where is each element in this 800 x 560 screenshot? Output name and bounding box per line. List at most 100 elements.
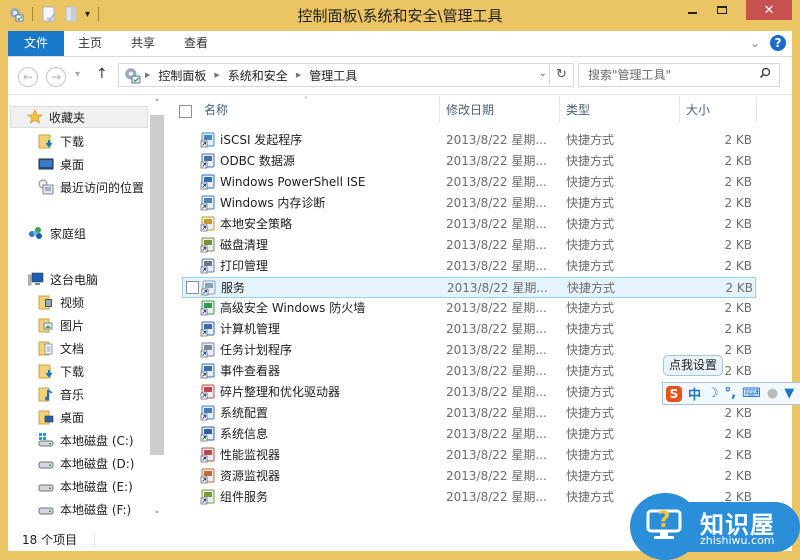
file-row[interactable]: 性能监视器 2013/8/22 星期... 快捷方式 2 KB <box>182 445 756 466</box>
close-button[interactable]: ✕ <box>746 0 792 20</box>
sidebar-item-drive-c[interactable]: 本地磁盘 (C:) <box>38 429 134 451</box>
column-divider[interactable] <box>756 97 757 123</box>
sidebar-item-recent-places[interactable]: 最近访问的位置 <box>38 176 144 198</box>
tab-file[interactable]: 文件 <box>8 31 64 56</box>
sidebar-item-favorites[interactable]: 收藏夹 <box>10 106 148 128</box>
skin-icon[interactable]: ▼ <box>784 386 794 401</box>
column-divider[interactable] <box>679 97 680 123</box>
file-row[interactable]: 磁盘清理 2013/8/22 星期... 快捷方式 2 KB <box>182 235 756 256</box>
file-row[interactable]: 打印管理 2013/8/22 星期... 快捷方式 2 KB <box>182 256 756 277</box>
breadcrumb-separator-icon[interactable]: ▶ <box>296 71 301 79</box>
column-header-size[interactable]: 大小 <box>686 95 756 125</box>
sidebar-item-label: 音乐 <box>60 387 85 402</box>
file-size: 2 KB <box>724 175 752 189</box>
breadcrumb-separator-icon[interactable]: ▶ <box>145 71 150 79</box>
watermark-url: zhishiwu.com <box>700 534 775 547</box>
column-header-date[interactable]: 修改日期 <box>446 95 558 125</box>
sidebar-item-label: 桌面 <box>60 410 85 425</box>
breadcrumb-admin-tools[interactable]: 管理工具 <box>309 67 357 84</box>
file-size: 2 KB <box>724 469 752 483</box>
scroll-up-icon[interactable]: ˄ <box>149 99 165 115</box>
sidebar-item-drive-f[interactable]: 本地磁盘 (F:) <box>38 498 131 520</box>
file-row[interactable]: Windows 内存诊断 2013/8/22 星期... 快捷方式 2 KB <box>182 193 756 214</box>
moon-icon[interactable]: ☽ <box>707 386 719 401</box>
keyboard-icon[interactable]: ⌨ <box>742 386 761 401</box>
row-checkbox[interactable] <box>186 281 199 294</box>
column-divider[interactable] <box>439 97 440 123</box>
file-row[interactable]: Windows PowerShell ISE 2013/8/22 星期... 快捷方… <box>182 172 756 193</box>
refresh-button[interactable]: ↻ <box>549 64 573 86</box>
shortcut-icon <box>200 468 215 484</box>
file-type: 快捷方式 <box>567 281 616 295</box>
file-row[interactable]: 服务 2013/8/22 星期... 快捷方式 2 KB <box>182 277 756 298</box>
user-icon[interactable]: ● <box>767 386 778 401</box>
breadcrumb-system-security[interactable]: 系统和安全 <box>228 67 288 84</box>
help-icon[interactable]: ? <box>770 35 786 51</box>
expand-ribbon-icon[interactable]: ⌄ <box>750 36 760 50</box>
punctuation-toggle[interactable]: °, <box>725 386 736 401</box>
file-date: 2013/8/22 星期... <box>447 281 548 295</box>
file-row[interactable]: ODBC 数据源 2013/8/22 星期... 快捷方式 2 KB <box>182 151 756 172</box>
sidebar-item-videos[interactable]: 视频 <box>38 291 84 313</box>
sogou-logo-icon[interactable]: S <box>666 385 682 402</box>
sidebar-item-drive-e[interactable]: 本地磁盘 (E:) <box>38 475 133 497</box>
address-bar[interactable]: ▶ 控制面板 ▶ 系统和安全 ▶ 管理工具 ⌄ ↻ <box>118 63 574 87</box>
sidebar-item-label: 下载 <box>60 364 85 379</box>
forward-button[interactable]: → <box>46 67 66 87</box>
recent-places-icon <box>38 179 54 195</box>
tab-view[interactable]: 查看 <box>172 31 220 56</box>
file-row[interactable]: 资源监视器 2013/8/22 星期... 快捷方式 2 KB <box>182 466 756 487</box>
sidebar-item-pictures[interactable]: 图片 <box>38 314 84 336</box>
file-name: 性能监视器 <box>220 448 281 462</box>
sidebar-item-drive-d[interactable]: 本地磁盘 (D:) <box>38 452 134 474</box>
file-row[interactable]: 计算机管理 2013/8/22 星期... 快捷方式 2 KB <box>182 319 756 340</box>
tab-home[interactable]: 主页 <box>66 31 114 56</box>
sidebar-item-documents[interactable]: 文档 <box>38 337 84 359</box>
forward-arrow-icon: → <box>50 70 62 84</box>
shortcut-icon <box>200 447 215 463</box>
up-button[interactable]: ↑ <box>96 66 108 82</box>
breadcrumb-control-panel[interactable]: 控制面板 <box>158 67 206 84</box>
select-all-checkbox[interactable] <box>179 105 192 118</box>
scroll-down-icon[interactable]: ˅ <box>149 511 165 527</box>
ime-mode-toggle[interactable]: 中 <box>688 384 701 403</box>
sidebar-item-music[interactable]: 音乐 <box>38 383 84 405</box>
file-type: 快捷方式 <box>566 427 615 441</box>
breadcrumb-separator-icon[interactable]: ▶ <box>214 71 219 79</box>
sidebar-item-downloads[interactable]: 下载 <box>38 130 84 152</box>
file-size: 2 KB <box>724 259 752 273</box>
file-row[interactable]: 高级安全 Windows 防火墙 2013/8/22 星期... 快捷方式 2 KB <box>182 298 756 319</box>
maximize-button[interactable] <box>708 0 736 20</box>
search-icon[interactable] <box>759 64 771 86</box>
shortcut-icon <box>200 258 215 274</box>
file-size: 2 KB <box>724 427 752 441</box>
recent-locations-dropdown[interactable]: ▾ <box>75 69 80 80</box>
column-header-type[interactable]: 类型 <box>566 95 678 125</box>
minimize-button[interactable] <box>678 0 706 20</box>
search-input[interactable]: 搜索"管理工具" <box>578 63 780 87</box>
desktop-icon <box>38 158 54 170</box>
file-type: 快捷方式 <box>566 217 615 231</box>
column-divider[interactable] <box>559 97 560 123</box>
scrollbar-thumb[interactable] <box>150 115 164 455</box>
file-size: 2 KB <box>724 322 752 336</box>
file-row[interactable]: 系统配置 2013/8/22 星期... 快捷方式 2 KB <box>182 403 756 424</box>
address-history-dropdown[interactable]: ⌄ <box>539 68 547 79</box>
file-row[interactable]: 系统信息 2013/8/22 星期... 快捷方式 2 KB <box>182 424 756 445</box>
ime-settings-tooltip[interactable]: 点我设置 <box>663 355 723 376</box>
sidebar-item-downloads-pc[interactable]: 下载 <box>38 360 84 382</box>
file-row[interactable]: 本地安全策略 2013/8/22 星期... 快捷方式 2 KB <box>182 214 756 235</box>
sidebar-item-label: 本地磁盘 (E:) <box>60 479 133 494</box>
sidebar-item-this-pc[interactable]: 这台电脑 <box>28 268 98 290</box>
sidebar-scrollbar[interactable]: ˄ ˅ <box>149 95 165 529</box>
file-type: 快捷方式 <box>566 490 615 504</box>
control-panel-icon <box>125 68 141 84</box>
sidebar-item-homegroup[interactable]: 家庭组 <box>28 222 86 244</box>
sidebar-item-desktop[interactable]: 桌面 <box>38 153 84 175</box>
file-name: 碎片整理和优化驱动器 <box>220 385 341 399</box>
back-button[interactable]: ← <box>18 67 38 87</box>
column-header-name[interactable]: 名称 <box>204 95 438 125</box>
file-row[interactable]: iSCSI 发起程序 2013/8/22 星期... 快捷方式 2 KB <box>182 130 756 151</box>
sidebar-item-desktop-pc[interactable]: 桌面 <box>38 406 84 428</box>
tab-share[interactable]: 共享 <box>119 31 167 56</box>
